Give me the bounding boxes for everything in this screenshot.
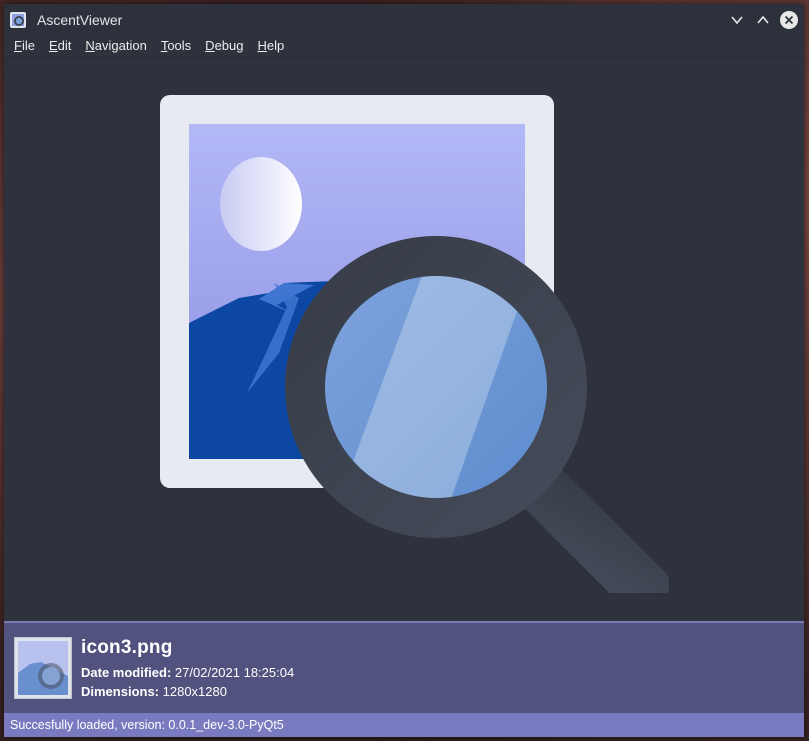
file-thumbnail[interactable] (14, 637, 72, 699)
title-bar[interactable]: AscentViewer (4, 4, 804, 35)
file-name: icon3.png (81, 637, 173, 658)
dimensions-label: Dimensions: (81, 684, 160, 699)
image-canvas[interactable] (4, 58, 804, 621)
maximize-button[interactable] (754, 11, 772, 29)
menu-edit[interactable]: Edit (42, 35, 78, 57)
menu-tools[interactable]: Tools (154, 35, 198, 57)
date-modified-label: Date modified: (81, 665, 172, 680)
date-modified-value: 27/02/2021 18:25:04 (174, 665, 295, 680)
menu-file[interactable]: File (4, 35, 42, 57)
close-icon (784, 15, 794, 24)
window-controls (728, 10, 798, 29)
file-info-text: icon3.png Date modified: 27/02/2021 18:2… (81, 637, 294, 699)
date-modified-row: Date modified: 27/02/2021 18:25:04 (81, 665, 294, 680)
close-button[interactable] (780, 10, 798, 29)
image-thumbnail-icon (15, 638, 71, 698)
file-info-panel: icon3.png Date modified: 27/02/2021 18:2… (4, 621, 804, 713)
status-bar: Succesfully loaded, version: 0.0.1_dev-3… (4, 713, 804, 737)
dimensions-row: Dimensions: 1280x1280 (81, 684, 294, 699)
dimensions-value: 1280x1280 (162, 684, 227, 699)
app-window: AscentViewer File Edit Navigation Tools … (4, 4, 804, 737)
menu-navigation[interactable]: Navigation (78, 35, 153, 57)
menu-help[interactable]: Help (250, 35, 291, 57)
minimize-button[interactable] (728, 11, 746, 29)
chevron-up-icon (757, 15, 769, 24)
app-logo-icon (10, 11, 26, 28)
menu-debug[interactable]: Debug (198, 35, 250, 57)
chevron-down-icon (731, 15, 743, 24)
image-viewer-magnifier-icon (160, 95, 669, 593)
menu-bar: File Edit Navigation Tools Debug Help (4, 35, 804, 58)
window-title: AscentViewer (37, 11, 123, 28)
